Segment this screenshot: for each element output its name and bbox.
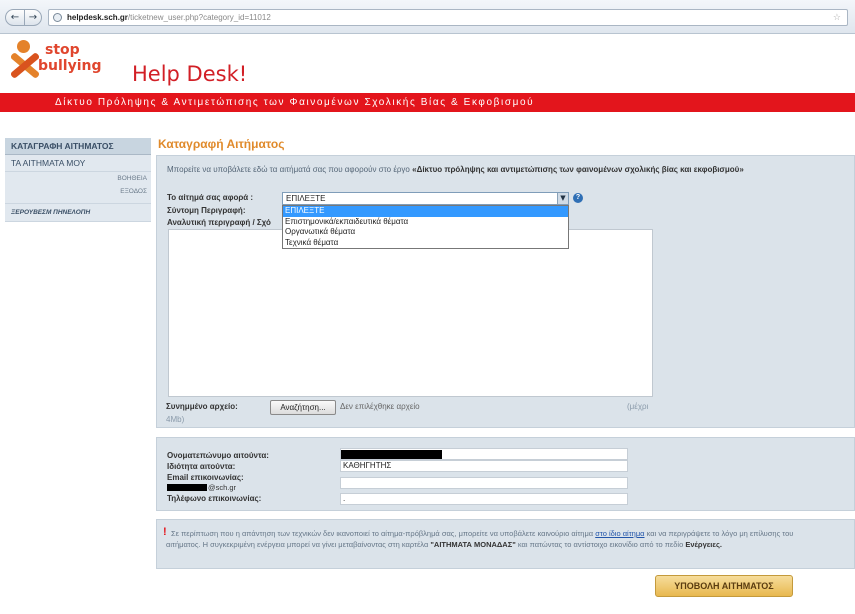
attachment-label: Συνημμένο αρχείο:	[166, 402, 238, 411]
category-select-value: ΕΠΙΛΕΞΤΕ	[286, 194, 326, 203]
max-size-note: (μέχρι	[627, 402, 649, 411]
intro-text: Μπορείτε να υποβάλετε εδώ τα αιτήματά σα…	[167, 165, 744, 174]
role-field[interactable]: ΚΑΘΗΓΗΤΗΣ	[340, 460, 628, 472]
address-bar[interactable]: helpdesk.sch.gr/ticketnew_user.php?categ…	[48, 9, 848, 26]
sidebar-item-help[interactable]: ΒΟΗΘΕΙΑ	[5, 172, 151, 185]
dropdown-option[interactable]: ΕΠΙΛΕΞΤΕ	[283, 206, 568, 217]
redacted-email	[167, 484, 207, 491]
phone-field[interactable]: .	[340, 493, 628, 505]
logo-text-bullying: bullying	[38, 58, 102, 74]
notice-text: Σε περίπτωση που η απάντηση των τεχνικών…	[166, 529, 794, 549]
dropdown-option[interactable]: Τεχνικά θέματα	[283, 238, 568, 249]
long-description-label: Αναλυτική περιγραφή / Σχό	[167, 218, 271, 227]
sidebar-user-name: ΞΕΡΟΥΒΕΣΜ ΠΗΝΕΛΟΠΗ	[5, 204, 151, 222]
email-label: Email επικοινωνίας:	[167, 473, 244, 482]
browse-file-button[interactable]: Αναζήτηση...	[270, 400, 336, 415]
help-icon[interactable]: ?	[573, 193, 583, 203]
category-dropdown-list: ΕΠΙΛΕΞΤΕ Επιστημονικά/εκπαιδευτικά θέματ…	[282, 205, 569, 249]
forward-button[interactable]: →	[24, 9, 42, 26]
submit-ticket-button[interactable]: ΥΠΟΒΟΛΗ ΑΙΤΗΜΑΤΟΣ	[655, 575, 793, 597]
contact-panel: Ονοματεπώνυμο αιτούντα: Ιδιότητα αιτούντ…	[156, 437, 855, 511]
stop-bullying-logo-icon	[8, 40, 41, 90]
url-host: helpdesk.sch.gr	[67, 13, 128, 22]
project-banner: Δίκτυο Πρόληψης & Αντιμετώπισης των Φαιν…	[0, 93, 855, 112]
browser-toolbar: ← → helpdesk.sch.gr/ticketnew_user.php?c…	[0, 0, 855, 34]
category-select[interactable]: ΕΠΙΛΕΞΤΕ ▼	[282, 192, 569, 205]
same-ticket-link[interactable]: στο ίδιο αίτημα	[595, 529, 644, 538]
long-description-textarea[interactable]	[168, 229, 653, 397]
redacted-name	[341, 450, 442, 459]
back-button[interactable]: ←	[5, 9, 25, 26]
app-title: Help Desk!	[132, 62, 248, 86]
project-name: «Δίκτυο πρόληψης και αντιμετώπισης των φ…	[412, 165, 744, 174]
ticket-form-panel: Μπορείτε να υποβάλετε εδώ τα αιτήματά σα…	[156, 155, 855, 428]
email-field[interactable]	[340, 477, 628, 489]
back-arrow-icon: ←	[10, 12, 20, 23]
phone-label: Τηλέφωνο επικοινωνίας:	[167, 494, 262, 503]
name-field[interactable]	[340, 448, 628, 460]
chevron-down-icon[interactable]: ▼	[557, 193, 568, 204]
forward-arrow-icon: →	[28, 12, 38, 23]
sidebar: ΚΑΤΑΓΡΑΦΗ ΑΙΤΗΜΑΤΟΣ ΤΑ ΑΙΤΗΜΑΤΑ ΜΟΥ ΒΟΗΘ…	[5, 138, 151, 222]
email-domain: @sch.gr	[208, 483, 237, 492]
dropdown-option[interactable]: Επιστημονικά/εκπαιδευτικά θέματα	[283, 217, 568, 228]
globe-icon	[53, 13, 62, 22]
logo-text-stop: stop	[45, 42, 80, 58]
sidebar-item-my-tickets[interactable]: ΤΑ ΑΙΤΗΜΑΤΑ ΜΟΥ	[5, 155, 151, 172]
sidebar-item-logout[interactable]: ΕΞΟΔΟΣ	[5, 185, 151, 198]
no-file-text: Δεν επιλέχθηκε αρχείο	[340, 402, 420, 411]
notice-panel: ! Σε περίπτωση που η απάντηση των τεχνικ…	[156, 519, 855, 569]
star-icon[interactable]: ☆	[833, 11, 841, 26]
max-size-value: 4Mb)	[166, 415, 185, 424]
url-path: /ticketnew_user.php?category_id=11012	[127, 13, 271, 22]
role-label: Ιδιότητα αιτούντα:	[167, 462, 236, 471]
page-title: Καταγραφή Αιτήματος	[158, 137, 285, 151]
short-description-label: Σύντομη Περιγραφή:	[167, 206, 246, 215]
name-label: Ονοματεπώνυμο αιτούντα:	[167, 451, 269, 460]
category-label: Το αίτημά σας αφορά :	[167, 193, 254, 202]
dropdown-option[interactable]: Οργανωτικά θέματα	[283, 227, 568, 238]
sidebar-item-new-ticket[interactable]: ΚΑΤΑΓΡΑΦΗ ΑΙΤΗΜΑΤΟΣ	[5, 138, 151, 155]
